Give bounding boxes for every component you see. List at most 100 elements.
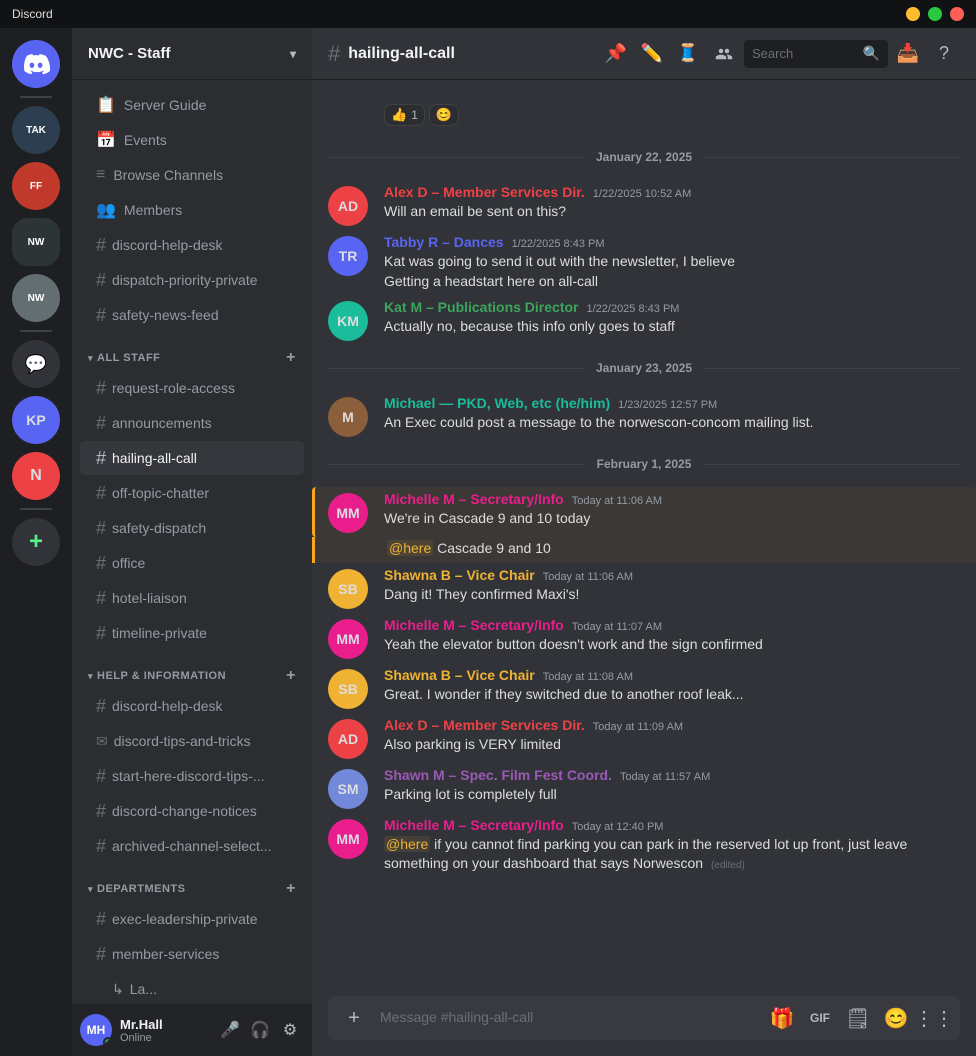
- channel-name: discord-help-desk: [112, 698, 296, 714]
- category-departments[interactable]: ▾ DEPARTMENTS +: [80, 864, 304, 902]
- server-icon-nwc[interactable]: NW: [12, 274, 60, 322]
- avatar[interactable]: TR: [328, 236, 368, 276]
- channel-hotel-liaison[interactable]: # hotel-liaison: [80, 581, 304, 615]
- user-avatar[interactable]: MH: [80, 1014, 112, 1046]
- hash-icon: #: [96, 553, 106, 574]
- avatar[interactable]: M: [328, 397, 368, 437]
- hash-icon: #: [96, 448, 106, 469]
- channel-dispatch-priority[interactable]: # dispatch-priority-private: [80, 263, 304, 297]
- channel-name: request-role-access: [112, 380, 296, 396]
- main-content: # hailing-all-call 📌 ✏️ 🧵 Search 🔍 📥 ?: [312, 28, 976, 1056]
- add-attachment-button[interactable]: +: [336, 1000, 372, 1036]
- channel-safety-dispatch[interactable]: # safety-dispatch: [80, 511, 304, 545]
- message-author[interactable]: Shawn M – Spec. Film Fest Coord.: [384, 767, 612, 783]
- channel-discord-changes[interactable]: # discord-change-notices: [80, 794, 304, 828]
- message-author[interactable]: Shawna B – Vice Chair: [384, 567, 535, 583]
- category-help-info[interactable]: ▾ HELP & INFORMATION +: [80, 651, 304, 689]
- message-author[interactable]: Tabby R – Dances: [384, 234, 504, 250]
- channel-off-topic[interactable]: # off-topic-chatter: [80, 476, 304, 510]
- channel-members[interactable]: 👥 Members: [80, 193, 304, 227]
- channel-member-services[interactable]: # member-services: [80, 937, 304, 971]
- channel-la[interactable]: ↳ La...: [80, 972, 304, 1004]
- channel-start-here[interactable]: # start-here-discord-tips-...: [80, 759, 304, 793]
- channel-announcements[interactable]: # announcements: [80, 406, 304, 440]
- gift-button[interactable]: 🎁: [764, 1000, 800, 1036]
- message-author[interactable]: Alex D – Member Services Dir.: [384, 717, 585, 733]
- avatar[interactable]: MM: [328, 493, 368, 533]
- avatar[interactable]: AD: [328, 186, 368, 226]
- add-member-button[interactable]: [708, 38, 740, 70]
- add-channel-button[interactable]: +: [286, 349, 296, 367]
- close-button[interactable]: ×: [950, 7, 964, 21]
- message-input[interactable]: [376, 998, 760, 1038]
- channel-name: exec-leadership-private: [112, 911, 296, 927]
- channel-request-role[interactable]: # request-role-access: [80, 371, 304, 405]
- category-chevron-icon: ▾: [88, 671, 93, 682]
- message-author[interactable]: Michael — PKD, Web, etc (he/him): [384, 395, 610, 411]
- edit-button[interactable]: ✏️: [636, 38, 668, 70]
- channel-office[interactable]: # office: [80, 546, 304, 580]
- avatar[interactable]: KM: [328, 301, 368, 341]
- emoji-button[interactable]: 😊: [878, 1000, 914, 1036]
- channel-events[interactable]: 📅 Events: [80, 123, 304, 157]
- server-icon-n[interactable]: N: [12, 452, 60, 500]
- message-input-box: + 🎁 GIF 🗒 😊 ⋮⋮: [328, 996, 960, 1040]
- category-all-staff[interactable]: ▾ ALL STAFF +: [80, 333, 304, 371]
- add-channel-dept-button[interactable]: +: [286, 880, 296, 898]
- message-content: Alex D – Member Services Dir. 1/22/2025 …: [384, 184, 960, 226]
- message-author[interactable]: Michelle M – Secretary/Info: [384, 817, 564, 833]
- gif-button[interactable]: GIF: [802, 1000, 838, 1036]
- channel-public-safety-announce[interactable]: # discord-help-desk: [80, 228, 304, 262]
- pin-button[interactable]: 📌: [600, 38, 632, 70]
- avatar[interactable]: SM: [328, 769, 368, 809]
- channel-safety-news[interactable]: # safety-news-feed: [80, 298, 304, 332]
- channel-server-guide[interactable]: 📋 Server Guide: [80, 88, 304, 122]
- server-icon-pending[interactable]: 💬: [12, 340, 60, 388]
- channel-discord-tips[interactable]: ✉ discord-tips-and-tricks: [80, 724, 304, 758]
- server-icon-nwc-staff[interactable]: NW: [12, 218, 60, 266]
- channel-discord-help[interactable]: # discord-help-desk: [80, 689, 304, 723]
- server-divider-2: [20, 330, 52, 332]
- avatar[interactable]: MM: [328, 819, 368, 859]
- reaction-count: 1: [411, 108, 418, 122]
- channel-archived[interactable]: # archived-channel-select...: [80, 829, 304, 863]
- channel-exec-leadership[interactable]: # exec-leadership-private: [80, 902, 304, 936]
- inbox-button[interactable]: 📥: [892, 38, 924, 70]
- smile-reaction[interactable]: 😊: [429, 104, 459, 126]
- mic-button[interactable]: 🎤: [216, 1016, 244, 1044]
- date-divider-jan22: January 22, 2025: [312, 142, 976, 172]
- sticker-button[interactable]: 🗒: [840, 1000, 876, 1036]
- server-header[interactable]: NWC - Staff ▾: [72, 28, 312, 80]
- message-author[interactable]: Michelle M – Secretary/Info: [384, 491, 564, 507]
- avatar[interactable]: SB: [328, 669, 368, 709]
- message-author[interactable]: Michelle M – Secretary/Info: [384, 617, 564, 633]
- help-button[interactable]: ?: [928, 38, 960, 70]
- channel-hailing-all-call[interactable]: # hailing-all-call 👤 ⚙: [80, 441, 304, 475]
- thumbsup-reaction[interactable]: 👍 1: [384, 104, 425, 126]
- channel-timeline-private[interactable]: # timeline-private: [80, 616, 304, 650]
- avatar[interactable]: AD: [328, 719, 368, 759]
- headset-button[interactable]: 🎧: [246, 1016, 274, 1044]
- channel-name: member-services: [112, 946, 296, 962]
- message-author[interactable]: Alex D – Member Services Dir.: [384, 184, 585, 200]
- server-icon-families[interactable]: FF: [12, 162, 60, 210]
- message-author[interactable]: Shawna B – Vice Chair: [384, 667, 535, 683]
- avatar[interactable]: SB: [328, 569, 368, 609]
- add-server-button[interactable]: +: [12, 518, 60, 566]
- add-channel-help-button[interactable]: +: [286, 667, 296, 685]
- search-bar[interactable]: Search 🔍: [744, 40, 888, 68]
- avatar[interactable]: MM: [328, 619, 368, 659]
- channel-browse[interactable]: ≡ Browse Channels: [80, 158, 304, 192]
- maximize-button[interactable]: □: [928, 7, 942, 21]
- settings-button[interactable]: ⚙: [276, 1016, 304, 1044]
- hash-icon: #: [96, 378, 106, 399]
- message-area[interactable]: 👍 1 😊 January 22, 2025 AD: [312, 80, 976, 996]
- thread-button[interactable]: 🧵: [672, 38, 704, 70]
- message-group-shawna-1: SB Shawna B – Vice Chair Today at 11:06 …: [312, 563, 976, 613]
- server-icon-tak[interactable]: TAK: [12, 106, 60, 154]
- server-icon-kp[interactable]: KP: [12, 396, 60, 444]
- message-author[interactable]: Kat M – Publications Director: [384, 299, 578, 315]
- apps-button[interactable]: ⋮⋮: [916, 1000, 952, 1036]
- minimize-button[interactable]: −: [906, 7, 920, 21]
- server-icon-home[interactable]: [12, 40, 60, 88]
